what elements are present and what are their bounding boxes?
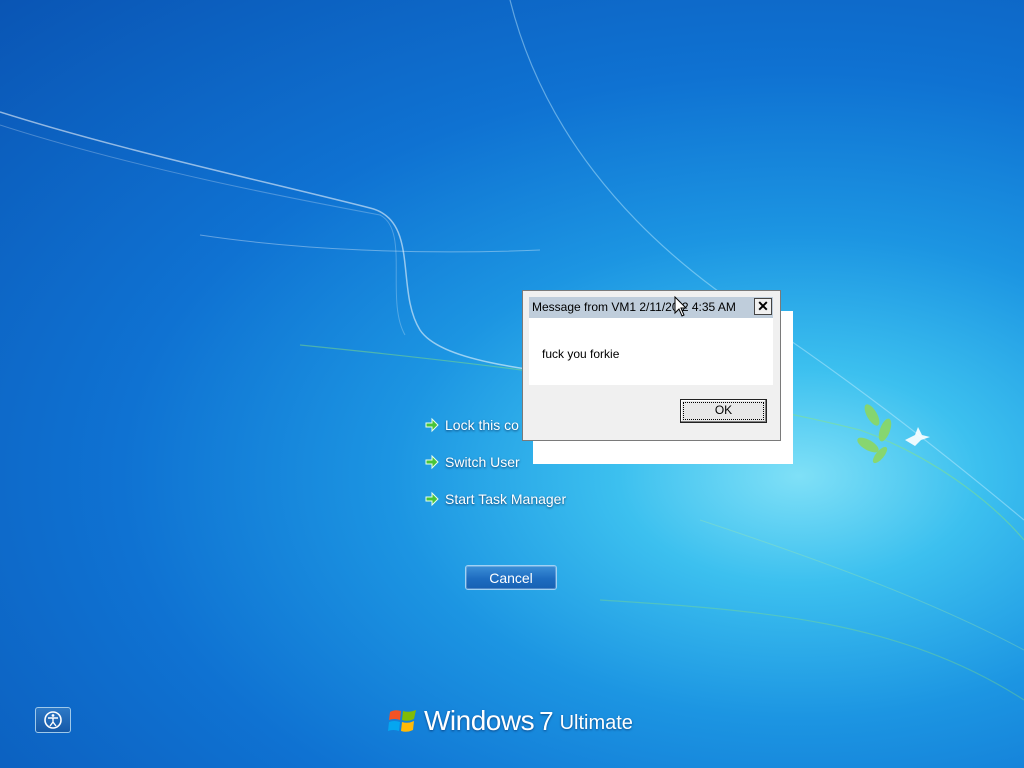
ok-button[interactable]: OK — [680, 399, 767, 423]
lock-computer-option[interactable]: Lock this co — [424, 414, 519, 436]
dialog-title: Message from VM1 2/11/20 2 4:35 AM — [532, 300, 736, 314]
ease-of-access-icon — [44, 711, 62, 729]
dialog-message: fuck you forkie — [542, 347, 620, 361]
wallpaper-decoration — [0, 0, 1024, 701]
windows-wordmark: Windows — [424, 705, 535, 736]
green-arrow-icon — [425, 454, 439, 470]
windows-branding: Windows 7 Ultimate — [388, 703, 633, 739]
menu-item-label: Lock this co — [445, 417, 519, 433]
cancel-button[interactable]: Cancel — [465, 565, 557, 590]
message-dialog: Message from VM1 2/11/20 2 4:35 AM ✕ fuc… — [522, 290, 781, 441]
switch-user-option[interactable]: Switch User — [424, 451, 520, 473]
dialog-body: fuck you forkie — [529, 318, 773, 385]
windows-logo-icon — [388, 710, 416, 732]
dialog-titlebar[interactable]: Message from VM1 2/11/20 2 4:35 AM ✕ — [529, 297, 773, 318]
ease-of-access-button[interactable] — [35, 707, 71, 733]
leaf-branch-icon — [857, 404, 892, 464]
start-task-manager-option[interactable]: Start Task Manager — [424, 488, 566, 510]
version-number: 7 — [539, 705, 554, 736]
green-arrow-icon — [425, 417, 439, 433]
mouse-pointer-icon — [674, 296, 688, 317]
green-arrow-icon — [425, 491, 439, 507]
menu-item-label: Start Task Manager — [445, 491, 567, 507]
bird-icon — [905, 427, 930, 446]
menu-item-label: Switch User — [445, 454, 520, 470]
edition-label: Ultimate — [559, 711, 633, 734]
close-icon[interactable]: ✕ — [754, 298, 772, 315]
